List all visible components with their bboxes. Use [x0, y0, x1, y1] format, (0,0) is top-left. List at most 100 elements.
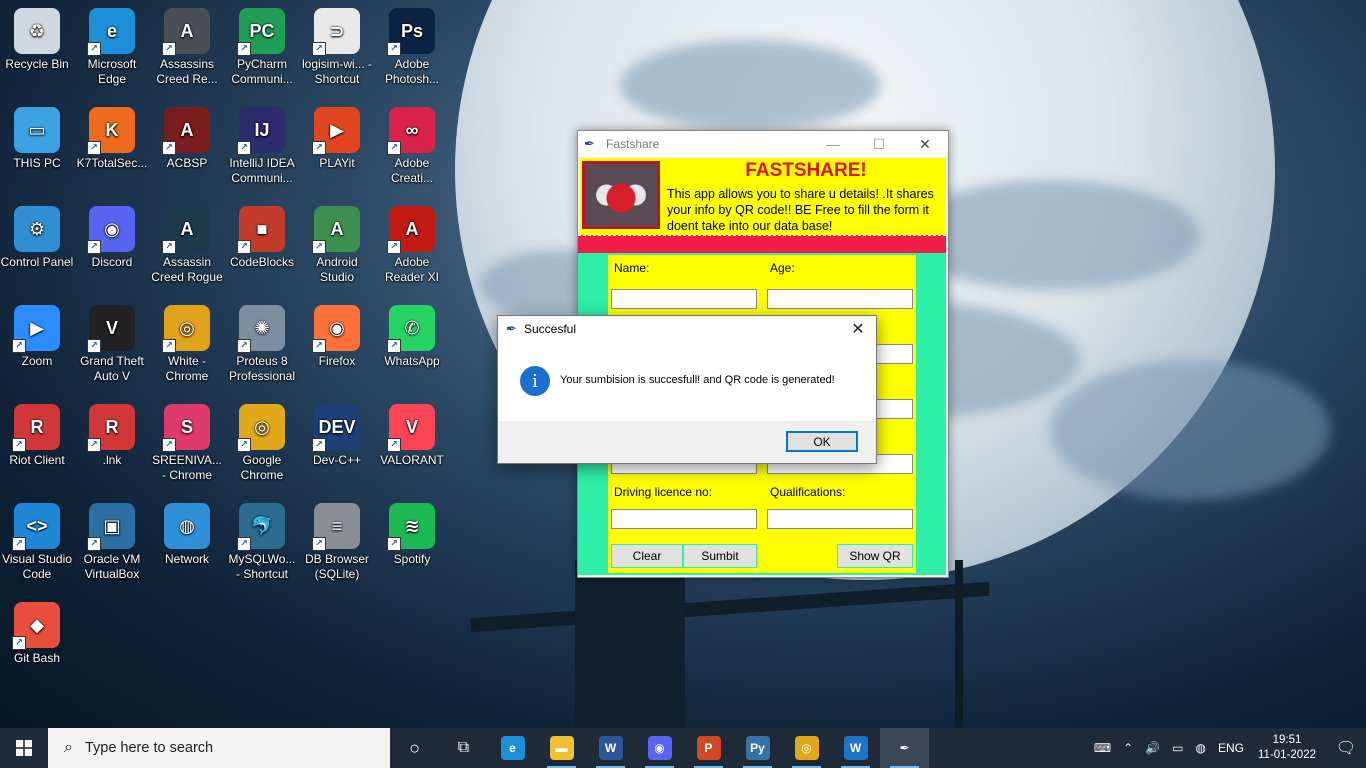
desktop-icon-label: PLAYit — [319, 156, 355, 170]
taskbar-app-word[interactable]: W — [586, 728, 635, 768]
desktop-icon-gta[interactable]: V ↗ Grand Theft Auto V — [75, 303, 149, 384]
notification-icon[interactable]: 🗨 — [1326, 738, 1366, 758]
desktop-icon-label: logisim-wi... - Shortcut — [301, 57, 372, 86]
battery-icon[interactable]: ▭ — [1172, 741, 1183, 755]
shortcut-arrow-icon: ↗ — [387, 240, 401, 254]
minimize-button[interactable]: — — [810, 131, 856, 157]
shortcut-arrow-icon: ↗ — [87, 438, 101, 452]
desktop-icon-riot-lnk[interactable]: R ↗ .lnk — [75, 402, 149, 468]
dialog-close-button[interactable]: ✕ — [840, 316, 876, 342]
network-icon: ◍ — [164, 503, 210, 549]
taskbar-app-feather[interactable]: ✒ — [880, 728, 929, 768]
window-title: Fastshare — [606, 137, 660, 151]
desktop-icon-chrome[interactable]: ◎ ↗ Google Chrome — [225, 402, 299, 483]
keyboard-icon[interactable]: ⌨ — [1094, 741, 1111, 755]
desktop-icon-acbsp[interactable]: A ↗ ACBSP — [150, 105, 224, 171]
desktop-icon-adobe-reader[interactable]: A ↗ Adobe Reader XI — [375, 204, 449, 285]
desktop-icon-ac-rogue[interactable]: A ↗ Assassin Creed Rogue — [150, 204, 224, 285]
taskbar-app-python[interactable]: Py — [733, 728, 782, 768]
logisim-icon: ⊃ ↗ — [312, 8, 360, 56]
shortcut-arrow-icon: ↗ — [237, 240, 251, 254]
desktop-icon-mysql-workbench[interactable]: 🐬 ↗ MySQLWo... - Shortcut — [225, 501, 299, 582]
taskbar-search-box[interactable]: ⌕ Type here to search — [48, 728, 390, 768]
start-button[interactable] — [0, 728, 48, 768]
clock[interactable]: 19:51 11-01-2022 — [1258, 733, 1316, 763]
desktop-icon-playit[interactable]: ▶ ↗ PLAYit — [300, 105, 374, 171]
driving-licence-input[interactable] — [611, 509, 757, 529]
intellij-icon: IJ ↗ — [237, 107, 285, 155]
file-explorer-icon: ▬ — [549, 736, 574, 760]
clock-date: 11-01-2022 — [1258, 749, 1316, 761]
maximize-button[interactable]: ☐ — [856, 131, 902, 157]
desktop-icon-vscode[interactable]: <> ↗ Visual Studio Code — [0, 501, 74, 582]
shortcut-arrow-icon: ↗ — [12, 537, 26, 551]
akatsuki-cloud-logo — [582, 161, 660, 229]
desktop-icon-whatsapp[interactable]: ✆ ↗ WhatsApp — [375, 303, 449, 369]
shortcut-arrow-icon: ↗ — [162, 240, 176, 254]
desktop-icon-label: Grand Theft Auto V — [80, 354, 144, 383]
wallpaper-crossbar — [470, 581, 990, 633]
desktop-icon-riot-client[interactable]: R ↗ Riot Client — [0, 402, 74, 468]
fastshare-titlebar[interactable]: ✒ Fastshare — ☐ ✕ — [578, 131, 948, 157]
desktop-icon-logisim[interactable]: ⊃ ↗ logisim-wi... - Shortcut — [300, 6, 374, 87]
desktop-icon-zoom[interactable]: ▶ ↗ Zoom — [0, 303, 74, 369]
volume-icon[interactable]: 🔊 — [1145, 741, 1160, 755]
desktop-icon-label: Riot Client — [9, 453, 65, 467]
desktop-icon-control-panel[interactable]: ⚙ Control Panel — [0, 204, 74, 270]
show-qr-button[interactable]: Show QR — [837, 544, 913, 568]
cortana-button[interactable]: ○ — [390, 728, 439, 768]
desktop-icon-intellij[interactable]: IJ ↗ IntelliJ IDEA Communi... — [225, 105, 299, 186]
desktop-icon-label: Discord — [91, 255, 133, 269]
taskbar-app-edge[interactable]: e — [488, 728, 537, 768]
android-studio-icon: A ↗ — [312, 206, 360, 254]
task-view-button[interactable]: ⧉ — [439, 728, 488, 768]
desktop-icon-label: Microsoft Edge — [87, 57, 137, 86]
language-indicator[interactable]: ENG — [1218, 741, 1244, 755]
desktop-icon-chrome-white[interactable]: ◎ ↗ White - Chrome — [150, 303, 224, 384]
desktop-icon-spotify[interactable]: ≋ ↗ Spotify — [375, 501, 449, 567]
desktop-icon-network[interactable]: ◍ Network — [150, 501, 224, 567]
age-label: Age: — [770, 261, 795, 275]
desktop-icon-creative-cloud[interactable]: ∞ ↗ Adobe Creati... — [375, 105, 449, 186]
taskbar-app-chrome[interactable]: ◎ — [782, 728, 831, 768]
shortcut-arrow-icon: ↗ — [12, 339, 26, 353]
desktop-icon-discord[interactable]: ◉ ↗ Discord — [75, 204, 149, 270]
desktop-icon-valorant[interactable]: V ↗ VALORANT — [375, 402, 449, 468]
desktop-icon-this-pc[interactable]: ▭ THIS PC — [0, 105, 74, 171]
desktop-icon-codeblocks[interactable]: ■ ↗ CodeBlocks — [225, 204, 299, 270]
shortcut-arrow-icon: ↗ — [162, 339, 176, 353]
clear-button[interactable]: Clear — [611, 544, 683, 568]
desktop-icon-recycle-bin[interactable]: ♻ Recycle Bin — [0, 6, 74, 72]
desktop-icon-devcpp[interactable]: DEV ↗ Dev-C++ — [300, 402, 374, 468]
taskbar-app-powerpoint[interactable]: P — [684, 728, 733, 768]
chrome-white-icon: ◎ ↗ — [162, 305, 210, 353]
taskbar-apps: e ▬ W ◉ P Py ◎ W ✒ — [488, 728, 929, 768]
age-input[interactable] — [767, 289, 913, 309]
desktop-icon-android-studio[interactable]: A ↗ Android Studio — [300, 204, 374, 285]
desktop-icon-pycharm[interactable]: PC ↗ PyCharm Communi... — [225, 6, 299, 87]
desktop-icon-proteus[interactable]: ✺ ↗ Proteus 8 Professional — [225, 303, 299, 384]
network-icon[interactable]: ◍ — [1196, 741, 1206, 755]
taskbar-app-file-explorer[interactable]: ▬ — [537, 728, 586, 768]
dialog-titlebar[interactable]: ✒ Succesful ✕ — [498, 316, 876, 342]
chevron-up-icon[interactable]: ⌃ — [1123, 741, 1133, 755]
desktop-icon-git-bash[interactable]: ◆ ↗ Git Bash — [0, 600, 74, 666]
taskbar-app-whatsapp-web[interactable]: W — [831, 728, 880, 768]
desktop-icon-assassins-creed[interactable]: A ↗ Assassins Creed Re... — [150, 6, 224, 87]
desktop-icon-db-browser[interactable]: ≡ ↗ DB Browser (SQLite) — [300, 501, 374, 582]
desktop-icon-edge[interactable]: e ↗ Microsoft Edge — [75, 6, 149, 87]
edge-icon: e — [500, 736, 525, 760]
shortcut-arrow-icon: ↗ — [387, 339, 401, 353]
qualifications-input[interactable] — [767, 509, 913, 529]
desktop-icon-photoshop[interactable]: Ps ↗ Adobe Photosh... — [375, 6, 449, 87]
ok-button[interactable]: OK — [786, 431, 858, 452]
desktop-icon-firefox[interactable]: ◉ ↗ Firefox — [300, 303, 374, 369]
desktop-icon-label: VALORANT — [380, 453, 444, 467]
desktop-icon-virtualbox[interactable]: ▣ ↗ Oracle VM VirtualBox — [75, 501, 149, 582]
name-input[interactable] — [611, 289, 757, 309]
taskbar-app-discord[interactable]: ◉ — [635, 728, 684, 768]
close-button[interactable]: ✕ — [902, 131, 948, 157]
desktop-icon-k7[interactable]: K ↗ K7TotalSec... — [75, 105, 149, 171]
submit-button[interactable]: Sumbit — [683, 544, 757, 568]
desktop-icon-chrome-profile[interactable]: S ↗ SREENIVA... - Chrome — [150, 402, 224, 483]
